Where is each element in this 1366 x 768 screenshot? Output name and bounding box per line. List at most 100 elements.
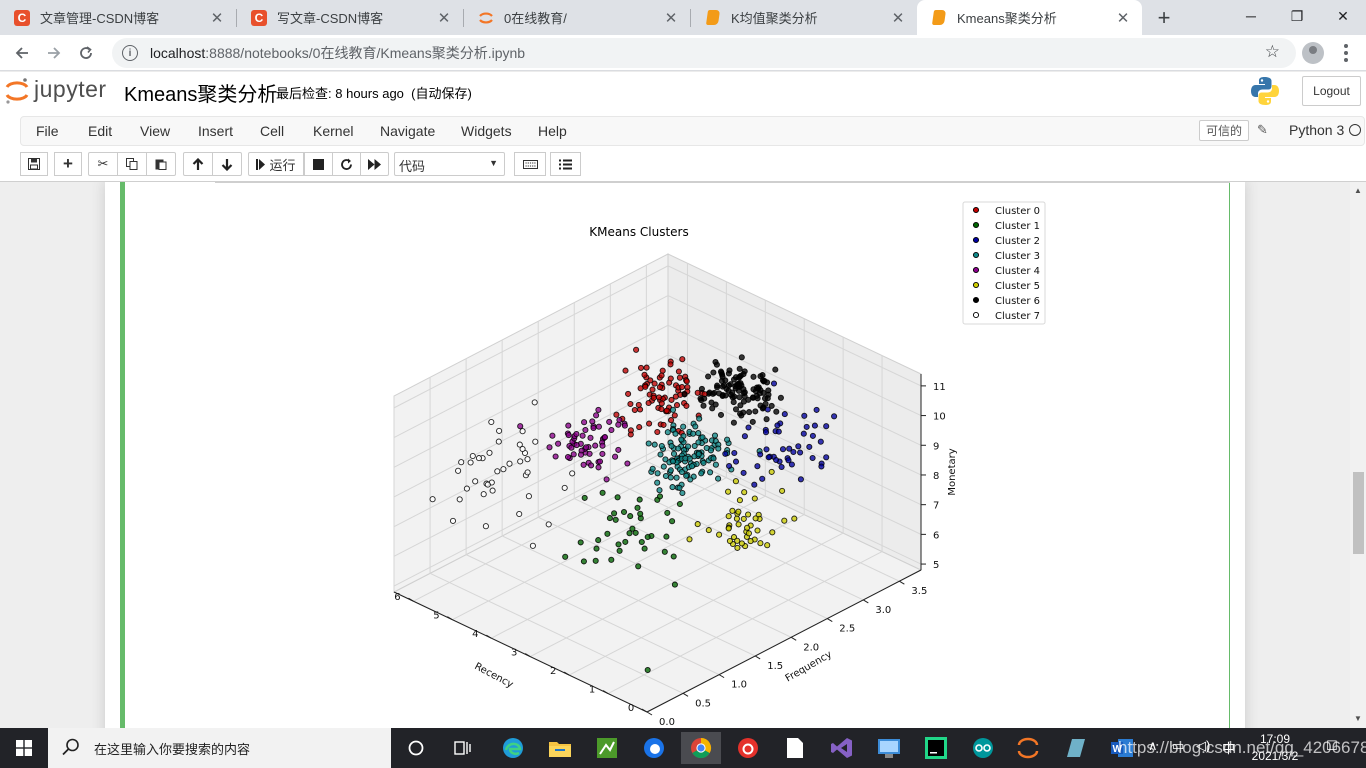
paste-button[interactable] bbox=[146, 152, 176, 176]
menu-navigate[interactable]: Navigate bbox=[380, 123, 435, 139]
point-cluster-4 bbox=[549, 432, 556, 439]
restart-run-all-button[interactable] bbox=[360, 152, 389, 176]
pad-app-icon[interactable] bbox=[587, 732, 627, 764]
address-bar[interactable]: i localhost:8888/notebooks/0在线教育/Kmeans聚… bbox=[112, 38, 1296, 68]
info-icon[interactable]: i bbox=[122, 45, 138, 61]
forward-button[interactable] bbox=[40, 39, 68, 67]
new-tab-button[interactable]: + bbox=[1150, 4, 1178, 32]
move-up-button[interactable] bbox=[183, 152, 213, 176]
edit-pencil-icon[interactable]: ✎ bbox=[1257, 122, 1268, 138]
file-explorer-icon[interactable] bbox=[540, 732, 580, 764]
point-cluster-1 bbox=[632, 529, 639, 536]
close-icon[interactable]: ✕ bbox=[208, 9, 226, 27]
monetary-tick-label: 10 bbox=[933, 412, 946, 423]
cloud-app-icon[interactable] bbox=[634, 732, 674, 764]
menu-kernel[interactable]: Kernel bbox=[313, 123, 353, 139]
point-cluster-6 bbox=[738, 354, 745, 361]
point-cluster-4 bbox=[564, 453, 572, 461]
browser-tab-write-article[interactable]: C 写文章-CSDN博客 ✕ bbox=[237, 0, 463, 35]
point-cluster-4 bbox=[599, 442, 606, 449]
save-button[interactable] bbox=[20, 152, 48, 176]
point-cluster-6 bbox=[700, 402, 707, 409]
window-close-button[interactable]: ✕ bbox=[1320, 0, 1366, 32]
point-cluster-5 bbox=[694, 521, 701, 528]
typora-icon[interactable] bbox=[1055, 732, 1095, 764]
point-cluster-2 bbox=[741, 433, 748, 440]
menu-view[interactable]: View bbox=[140, 123, 170, 139]
frequency-tick-label: 0.5 bbox=[695, 698, 711, 709]
taskbar-search-box[interactable]: 在这里输入你要搜索的内容 bbox=[48, 728, 391, 768]
point-cluster-2 bbox=[732, 458, 740, 465]
command-palette-button[interactable] bbox=[514, 152, 546, 176]
restart-button[interactable] bbox=[332, 152, 361, 176]
browser-tab-kmeans-cn[interactable]: K均值聚类分析 ✕ bbox=[691, 0, 917, 35]
run-button[interactable]: 运行 bbox=[248, 152, 304, 176]
point-cluster-2 bbox=[745, 424, 752, 431]
browser-tab-online-edu[interactable]: 0在线教育/ ✕ bbox=[464, 0, 690, 35]
point-cluster-0 bbox=[656, 384, 663, 391]
browser-menu-icon[interactable] bbox=[1336, 40, 1356, 66]
document-icon[interactable] bbox=[775, 732, 815, 764]
point-cluster-4 bbox=[579, 432, 586, 439]
arduino-icon[interactable] bbox=[963, 732, 1003, 764]
menu-file[interactable]: File bbox=[36, 123, 59, 139]
task-view-icon[interactable] bbox=[443, 732, 483, 764]
point-cluster-7 bbox=[524, 469, 531, 476]
point-cluster-5 bbox=[725, 513, 732, 520]
menu-insert[interactable]: Insert bbox=[198, 123, 233, 139]
page-scrollbar[interactable]: ▲ ▼ bbox=[1350, 182, 1366, 728]
menu-help[interactable]: Help bbox=[538, 123, 567, 139]
netease-music-icon[interactable] bbox=[728, 732, 768, 764]
close-icon[interactable]: ✕ bbox=[889, 9, 907, 27]
close-icon[interactable]: ✕ bbox=[435, 9, 453, 27]
scrollbar-thumb[interactable] bbox=[1353, 472, 1364, 554]
logout-button[interactable]: Logout bbox=[1302, 76, 1361, 106]
move-down-button[interactable] bbox=[212, 152, 242, 176]
visual-studio-icon[interactable] bbox=[822, 732, 862, 764]
scroll-up-icon: ▲ bbox=[1354, 186, 1362, 195]
point-cluster-0 bbox=[658, 372, 665, 379]
reload-button[interactable] bbox=[72, 39, 100, 67]
close-icon[interactable]: ✕ bbox=[662, 9, 680, 27]
trusted-badge[interactable]: 可信的 bbox=[1199, 120, 1250, 141]
point-cluster-6 bbox=[735, 380, 742, 387]
menu-widgets[interactable]: Widgets bbox=[461, 123, 512, 139]
control-panel-icon[interactable] bbox=[869, 732, 909, 764]
point-cluster-6 bbox=[713, 361, 720, 368]
menu-edit[interactable]: Edit bbox=[88, 123, 112, 139]
point-cluster-4 bbox=[595, 423, 602, 430]
profile-avatar[interactable] bbox=[1302, 42, 1324, 64]
point-cluster-6 bbox=[709, 405, 716, 412]
cut-button[interactable]: ✂ bbox=[88, 152, 118, 176]
cortana-icon[interactable] bbox=[396, 732, 436, 764]
point-cluster-5 bbox=[732, 478, 739, 485]
browser-tab-article-manage[interactable]: C 文章管理-CSDN博客 ✕ bbox=[0, 0, 236, 35]
point-cluster-2 bbox=[797, 476, 804, 483]
point-cluster-5 bbox=[751, 495, 758, 502]
point-cluster-3 bbox=[664, 429, 671, 436]
point-cluster-0 bbox=[679, 356, 686, 363]
chrome-icon[interactable] bbox=[681, 732, 721, 764]
point-cluster-5 bbox=[725, 525, 732, 532]
point-cluster-1 bbox=[616, 547, 623, 554]
maximize-button[interactable]: ❐ bbox=[1274, 0, 1320, 32]
edge-icon[interactable] bbox=[493, 732, 533, 764]
interrupt-button[interactable] bbox=[304, 152, 333, 176]
insert-cell-button[interactable]: + bbox=[54, 152, 82, 176]
pycharm-icon[interactable] bbox=[916, 732, 956, 764]
recency-tick-label: 5 bbox=[433, 611, 439, 622]
browser-tab-kmeans-active[interactable]: Kmeans聚类分析 ✕ bbox=[917, 0, 1142, 35]
start-button[interactable] bbox=[0, 728, 48, 768]
toc-button[interactable] bbox=[550, 152, 581, 176]
menu-cell[interactable]: Cell bbox=[260, 123, 284, 139]
back-button[interactable] bbox=[8, 39, 36, 67]
notebook-title[interactable]: Kmeans聚类分析 bbox=[124, 78, 277, 107]
point-cluster-0 bbox=[683, 402, 690, 409]
close-icon[interactable]: ✕ bbox=[1114, 9, 1132, 27]
jupyter-logo[interactable]: jupyter bbox=[4, 76, 107, 104]
minimize-button[interactable]: ─ bbox=[1228, 0, 1274, 32]
bookmark-star-icon[interactable]: ☆ bbox=[1265, 42, 1280, 62]
cell-type-select[interactable]: 代码 ▼ bbox=[394, 152, 505, 176]
copy-button[interactable] bbox=[117, 152, 147, 176]
jupyter-taskbar-icon[interactable] bbox=[1008, 732, 1048, 764]
